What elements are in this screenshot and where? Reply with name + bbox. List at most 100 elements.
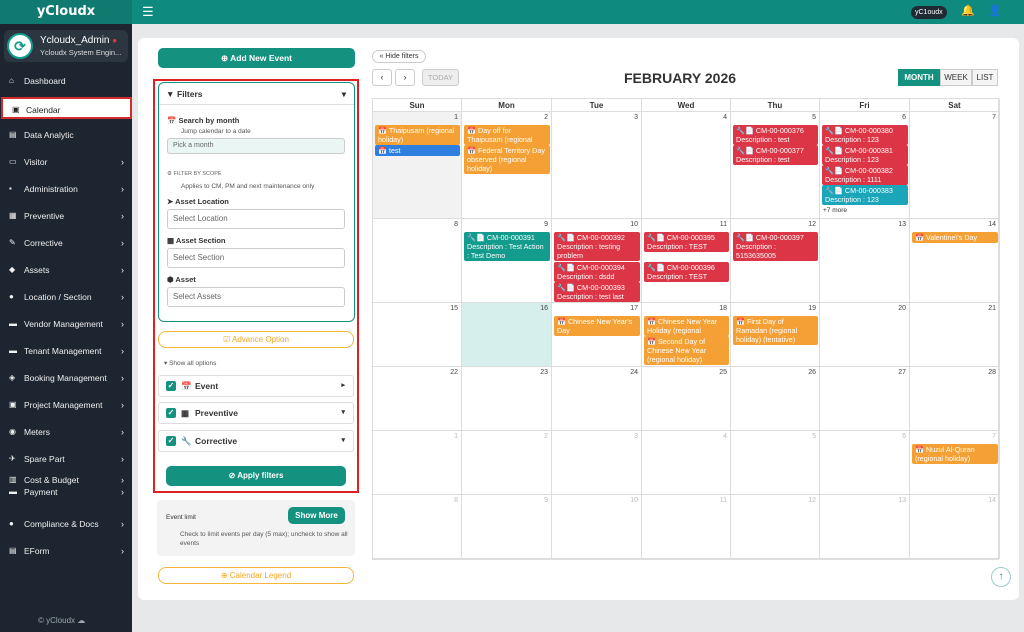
day-cell[interactable]: 25 [642, 367, 731, 431]
add-new-event-button[interactable]: ⊕ Add New Event [158, 48, 355, 68]
preventive-filter-row[interactable]: ✓ ▦ Preventive ▾ [158, 402, 354, 424]
calendar-event[interactable]: 📅 test [375, 145, 460, 156]
day-cell[interactable]: 24 [552, 367, 642, 431]
advance-option-button[interactable]: ☑ Advance Option [158, 331, 354, 348]
day-cell[interactable]: 27 [820, 367, 910, 431]
day-cell[interactable]: 4 [642, 112, 731, 219]
calendar-event[interactable]: 🔧📄 CM-00-000381 Description : 123 [822, 145, 908, 165]
calendar-event[interactable]: 📅 Second Day of Chinese New Year (region… [644, 336, 729, 365]
sidebar-item-compliance-docs[interactable]: ● Compliance & Docs › [0, 513, 132, 535]
day-cell[interactable]: 3 [552, 431, 642, 495]
asset-location-select[interactable]: Select Location [167, 209, 345, 229]
sidebar-item-vendor-management[interactable]: ▬ Vendor Management › [0, 313, 132, 335]
sidebar-item-location-section[interactable]: ● Location / Section › [0, 286, 132, 308]
bell-icon[interactable]: 🔔 [961, 5, 975, 17]
next-month-button[interactable]: › [395, 69, 415, 86]
day-cell[interactable]: 22 [373, 367, 462, 431]
calendar-event[interactable]: 🔧📄 CM-00-000395 Description : TEST [644, 232, 729, 252]
day-cell[interactable]: 21 [910, 303, 1000, 367]
day-cell[interactable]: 14 [910, 495, 1000, 559]
day-cell[interactable]: 11 [642, 495, 731, 559]
filters-header[interactable]: ▼ Filters ▾ [159, 83, 354, 105]
week-view-button[interactable]: WEEK [940, 69, 972, 86]
calendar-event[interactable]: 🔧📄 CM-00-000382 Description : 1111 [822, 165, 908, 185]
event-checkbox[interactable]: ✓ [166, 381, 176, 391]
calendar-event[interactable]: 🔧📄 CM-00-000383 Description : 123 [822, 185, 908, 205]
list-view-button[interactable]: LIST [972, 69, 998, 86]
day-cell[interactable]: 10 [552, 495, 642, 559]
sidebar-item-tenant-management[interactable]: ▬ Tenant Management › [0, 340, 132, 362]
calendar-event[interactable]: 🔧📄 CM-00-000376 Description : test [733, 125, 818, 145]
calendar-event[interactable]: 📅 First Day of Ramadan (regional holiday… [733, 316, 818, 345]
sidebar-item-visitor[interactable]: ▭ Visitor › [0, 151, 132, 173]
calendar-legend-button[interactable]: ⊕ Calendar Legend [158, 567, 354, 584]
sidebar-item-dashboard[interactable]: ⌂ Dashboard [0, 70, 132, 92]
apply-filters-button[interactable]: ⊘ Apply filters [166, 466, 346, 486]
sidebar-item-administration[interactable]: ▪ Administration › [0, 178, 132, 200]
sidebar-item-payment[interactable]: ▬ Payment › [0, 486, 132, 498]
sidebar-item-assets[interactable]: ◆ Assets › [0, 259, 132, 281]
corrective-filter-row[interactable]: ✓ 🔧 Corrective ▾ [158, 430, 354, 452]
menu-toggle-icon[interactable]: ☰ [142, 5, 154, 18]
calendar-event[interactable]: 📅 Chinese New Year's Day [554, 316, 640, 336]
day-cell[interactable]: 13 [820, 219, 910, 303]
calendar-event[interactable]: 🔧📄 CM-00-000391 Description : Test Actio… [464, 232, 550, 261]
corrective-checkbox[interactable]: ✓ [166, 436, 176, 446]
sidebar-item-meters[interactable]: ◉ Meters › [0, 421, 132, 443]
sidebar-item-spare-part[interactable]: ✈ Spare Part › [0, 448, 132, 470]
calendar-event[interactable]: 📅 Chinese New Year Holiday (regional hol… [644, 316, 729, 336]
calendar-event[interactable]: 🔧📄 CM-00-000393 Description : test last [554, 282, 640, 302]
preventive-checkbox[interactable]: ✓ [166, 408, 176, 418]
calendar-event[interactable]: 📅 Thaipusam (regional holiday) [375, 125, 460, 145]
today-button[interactable]: TODAY [422, 69, 459, 86]
calendar-event[interactable]: 🔧📄 CM-00-000377 Description : test [733, 145, 818, 165]
asset-section-select[interactable]: Select Section [167, 248, 345, 268]
day-cell[interactable]: 3 [552, 112, 642, 219]
day-cell[interactable]: 1 [373, 431, 462, 495]
calendar-event[interactable]: 📅 Nuzul Al-Quran (regional holiday) [912, 444, 998, 464]
sidebar-item-project-management[interactable]: ▣ Project Management › [0, 394, 132, 416]
asset-select[interactable]: Select Assets [167, 287, 345, 307]
sidebar-item-cost-budget[interactable]: ▥ Cost & Budget › [0, 474, 132, 486]
event-filter-row[interactable]: ✓ 📅 Event ▸ [158, 375, 354, 397]
day-cell[interactable]: 5 [731, 431, 820, 495]
calendar-event[interactable]: 📅 Federal Territory Day observed (region… [464, 145, 550, 174]
month-picker-input[interactable]: Pick a month [167, 138, 345, 154]
tenant-chip[interactable]: yC1oudx [911, 6, 947, 19]
sidebar-item-eform[interactable]: ▤ EForm › [0, 540, 132, 562]
sidebar-item-data-analytic[interactable]: ▤ Data Analytic [0, 124, 132, 146]
user-card[interactable]: ⟳ Ycloudx_Admin ● Ycloudx System Engin..… [4, 30, 128, 62]
calendar-event[interactable]: 🔧📄 CM-00-000380 Description : 123 [822, 125, 908, 145]
day-cell[interactable]: 4 [642, 431, 731, 495]
day-cell[interactable]: 9 [462, 495, 552, 559]
show-all-options-toggle[interactable]: ▾ Show all options [164, 359, 216, 367]
day-cell[interactable]: 23 [462, 367, 552, 431]
month-view-button[interactable]: MONTH [898, 69, 940, 86]
calendar-event[interactable]: 🔧📄 CM-00-000397 Description : 5153635005 [733, 232, 818, 261]
day-cell[interactable]: 6 [820, 431, 910, 495]
scroll-top-icon[interactable]: ↑ [991, 567, 1011, 587]
day-cell[interactable]: 13 [820, 495, 910, 559]
day-cell[interactable]: 20 [820, 303, 910, 367]
day-cell[interactable]: 28 [910, 367, 1000, 431]
calendar-event[interactable]: 🔧📄 CM-00-000392 Description : testing pr… [554, 232, 640, 261]
more-events-link[interactable]: +7 more [823, 207, 847, 214]
user-icon[interactable]: 👤 [988, 5, 1002, 17]
calendar-event[interactable]: 📅 Valentine\'s Day [912, 232, 998, 243]
day-cell[interactable]: 12 [731, 495, 820, 559]
calendar-event[interactable]: 🔧📄 CM-00-000396 Description : TEST [644, 262, 729, 282]
app-brand[interactable]: yCloudx [0, 0, 132, 24]
day-cell[interactable]: 7 [910, 112, 1000, 219]
day-cell[interactable]: 2 [462, 431, 552, 495]
sidebar-item-booking-management[interactable]: ◈ Booking Management › [0, 367, 132, 389]
calendar-event[interactable]: 🔧📄 CM-00-000394 Description : dsdd [554, 262, 640, 282]
hide-filters-button[interactable]: « Hide filters [372, 50, 426, 63]
day-cell[interactable]: 26 [731, 367, 820, 431]
day-cell[interactable]: 15 [373, 303, 462, 367]
calendar-event[interactable]: 📅 Day off for Thaipusam (regional holida… [464, 125, 550, 145]
sidebar-item-preventive[interactable]: ▦ Preventive › [0, 205, 132, 227]
day-cell[interactable]: 8 [373, 495, 462, 559]
sidebar-item-corrective[interactable]: ✎ Corrective › [0, 232, 132, 254]
day-cell[interactable]: 16 [462, 303, 552, 367]
day-cell[interactable]: 8 [373, 219, 462, 303]
